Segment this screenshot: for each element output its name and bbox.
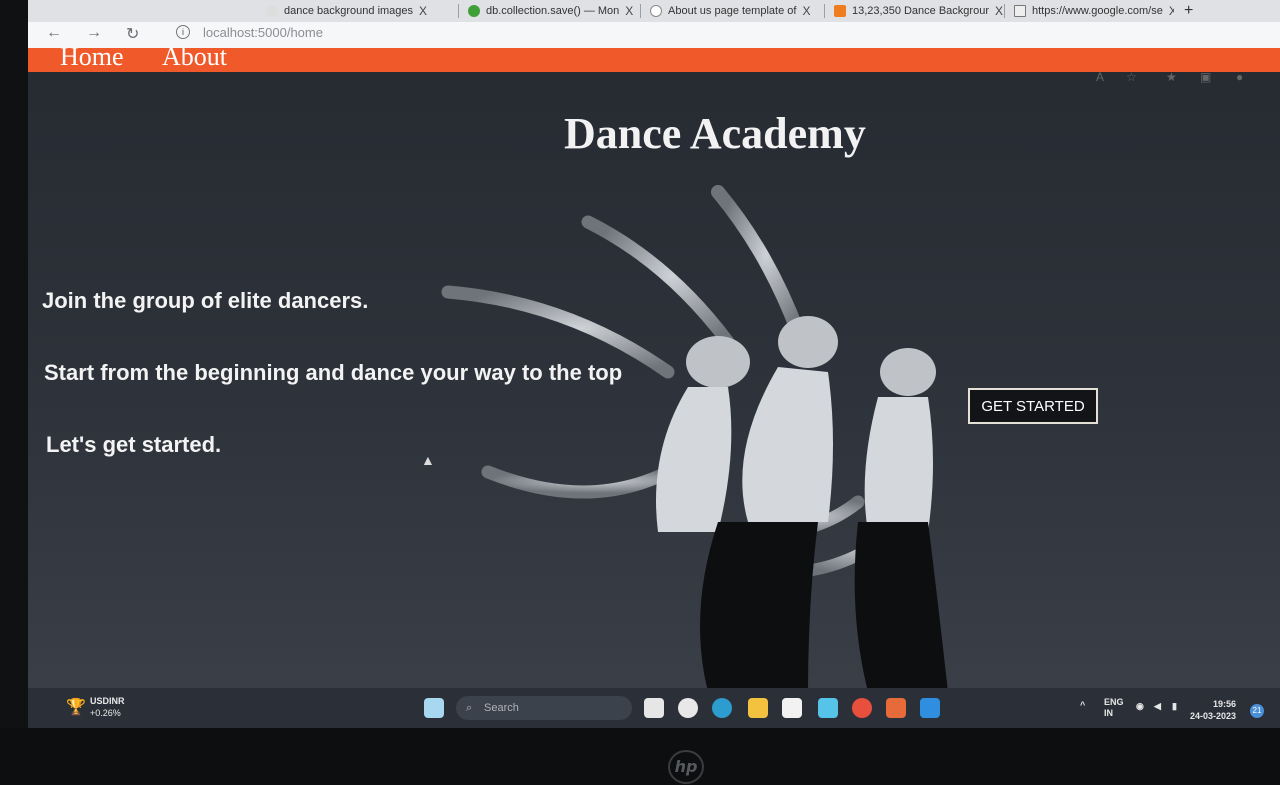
back-arrow-icon[interactable]: ← bbox=[46, 24, 62, 42]
app-icon[interactable] bbox=[818, 698, 838, 718]
get-started-button[interactable]: GET STARTED bbox=[968, 388, 1098, 424]
close-icon[interactable]: X bbox=[1169, 4, 1174, 18]
ticker-change: +0.26% bbox=[90, 708, 121, 718]
chat-icon[interactable] bbox=[678, 698, 698, 718]
site-icon bbox=[834, 5, 846, 17]
search-icon: ⌕ bbox=[466, 702, 473, 714]
url-input[interactable]: localhost:5000/home bbox=[203, 25, 323, 40]
screen: dance background images X db.collection.… bbox=[28, 0, 1280, 728]
favorite-add-icon[interactable]: ☆ bbox=[1126, 70, 1137, 84]
ticker-symbol: USDINR bbox=[90, 696, 125, 706]
hero-line-2: Start from the beginning and dance your … bbox=[44, 360, 623, 385]
hero-line-3: Let's get started. bbox=[46, 432, 222, 457]
clock-date: 24-03-2023 bbox=[1190, 711, 1237, 721]
monitor-bezel bbox=[0, 728, 1280, 785]
battery-icon[interactable]: ▮ bbox=[1172, 701, 1177, 712]
task-view-icon[interactable] bbox=[644, 698, 664, 718]
tab-dance-background[interactable]: dance background images X bbox=[258, 0, 458, 22]
nav-link-about[interactable]: About bbox=[162, 48, 227, 72]
close-icon[interactable]: X bbox=[995, 4, 1003, 18]
tab-separator bbox=[458, 4, 459, 18]
favorites-icon[interactable]: ★ bbox=[1166, 70, 1177, 84]
vscode-icon[interactable] bbox=[920, 698, 940, 718]
info-icon[interactable]: i bbox=[176, 25, 190, 39]
forward-arrow-icon[interactable]: → bbox=[86, 24, 102, 42]
tab-label: 13,23,350 Dance Backgrour bbox=[852, 5, 989, 17]
close-icon[interactable]: X bbox=[625, 4, 633, 18]
tab-google[interactable]: https://www.google.com/se X bbox=[1006, 0, 1174, 22]
address-bar: ← → ↻ i localhost:5000/home bbox=[28, 22, 1280, 48]
tab-db-collection[interactable]: db.collection.save() — Mon X bbox=[460, 0, 640, 22]
trophy-icon: 🏆 bbox=[66, 699, 86, 716]
tab-label: https://www.google.com/se bbox=[1032, 5, 1163, 17]
hp-logo: hp bbox=[668, 750, 704, 784]
taskbar: 🏆 USDINR +0.26% ⌕ Search ^ ENG IN ◉ ◀ ▮ … bbox=[28, 688, 1280, 728]
google-icon bbox=[650, 5, 662, 17]
google-icon bbox=[266, 5, 278, 17]
stock-widget[interactable]: USDINR +0.26% bbox=[90, 695, 125, 719]
mouse-cursor-icon: ▲ bbox=[421, 452, 435, 468]
chrome-icon[interactable] bbox=[852, 698, 872, 718]
refresh-icon[interactable]: ↻ bbox=[126, 24, 139, 44]
store-icon[interactable] bbox=[782, 698, 802, 718]
collections-icon[interactable]: ▣ bbox=[1200, 70, 1211, 84]
lang-region: IN bbox=[1104, 708, 1113, 718]
tab-separator bbox=[824, 4, 825, 18]
tab-about-us[interactable]: About us page template of X bbox=[642, 0, 824, 22]
tab-label: db.collection.save() — Mon bbox=[486, 5, 620, 17]
show-hidden-icons[interactable]: ^ bbox=[1080, 700, 1085, 711]
hero-line-1: Join the group of elite dancers. bbox=[42, 288, 369, 313]
close-icon[interactable]: X bbox=[802, 4, 810, 18]
close-icon[interactable]: X bbox=[419, 4, 427, 18]
dancers-image bbox=[441, 185, 948, 688]
edge-browser-icon[interactable] bbox=[712, 698, 732, 718]
start-icon[interactable] bbox=[424, 698, 444, 718]
navbar: Home About bbox=[28, 48, 1280, 72]
profile-icon[interactable]: ● bbox=[1236, 70, 1243, 84]
volume-icon[interactable]: ◀ bbox=[1154, 701, 1161, 712]
wifi-icon[interactable]: ◉ bbox=[1136, 701, 1144, 712]
tab-separator bbox=[640, 4, 641, 18]
tab-separator bbox=[1004, 4, 1005, 18]
browser-tab-strip: dance background images X db.collection.… bbox=[28, 0, 1280, 22]
tab-label: About us page template of bbox=[668, 5, 797, 17]
monitor-frame: dance background images X db.collection.… bbox=[0, 0, 1280, 785]
tab-label: dance background images bbox=[284, 5, 414, 17]
page-title: Dance Academy bbox=[564, 109, 866, 158]
lang-code: ENG bbox=[1104, 697, 1124, 707]
language-indicator[interactable]: ENG IN bbox=[1104, 697, 1124, 719]
brave-icon[interactable] bbox=[886, 698, 906, 718]
mongodb-icon bbox=[468, 5, 480, 17]
file-explorer-icon[interactable] bbox=[748, 698, 768, 718]
new-tab-button[interactable]: + bbox=[1176, 0, 1201, 22]
web-page: Home About A ☆ ★ ▣ ● Dance Academy Join … bbox=[28, 48, 1280, 688]
search-placeholder: Search bbox=[484, 702, 519, 714]
nav-link-home[interactable]: Home bbox=[60, 48, 124, 72]
tab-dance-backgrounds[interactable]: 13,23,350 Dance Backgrour X bbox=[826, 0, 1004, 22]
page-icon bbox=[1014, 5, 1026, 17]
clock-time: 19:56 bbox=[1213, 699, 1237, 709]
read-aloud-icon[interactable]: A bbox=[1096, 70, 1104, 84]
clock[interactable]: 19:56 24-03-2023 bbox=[1190, 698, 1236, 722]
notification-badge[interactable]: 21 bbox=[1250, 704, 1264, 718]
taskbar-search[interactable]: ⌕ Search bbox=[456, 696, 632, 720]
